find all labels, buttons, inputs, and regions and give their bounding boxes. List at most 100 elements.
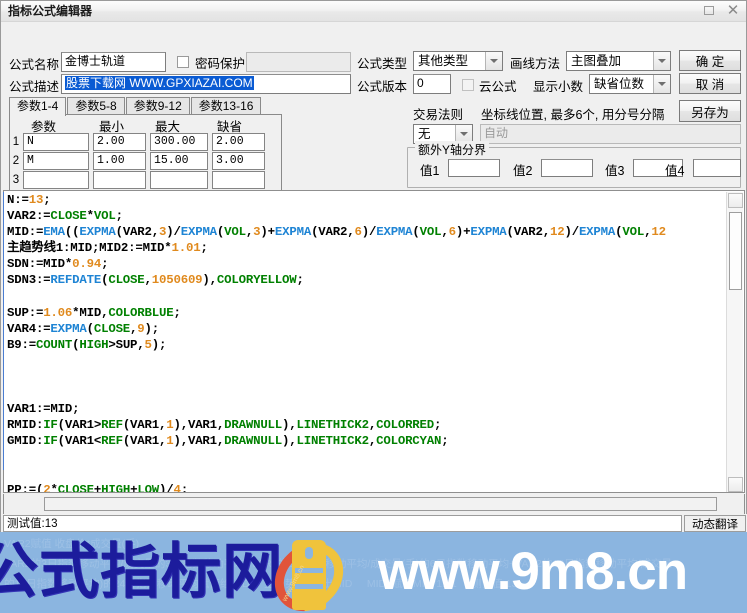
code-token: REFDATE [50, 273, 102, 288]
scroll-down-arrow[interactable] [728, 477, 743, 492]
param-default-input[interactable] [212, 171, 265, 189]
ok-button[interactable]: 确 定 [679, 50, 741, 71]
formula-version-input[interactable]: 0 [413, 74, 451, 94]
code-line: SDN:=MID*0.94; [7, 256, 723, 272]
code-line: N:=13; [7, 192, 723, 208]
code-token: ),VAR1, [173, 418, 225, 433]
param-max-input[interactable]: 300.00 [150, 133, 208, 151]
draw-method-value: 主图叠加 [571, 54, 622, 68]
scroll-thumb[interactable] [729, 212, 742, 290]
editor-hscroll-zone [3, 494, 745, 516]
code-token: ); [151, 337, 167, 352]
code-token: ); [144, 321, 160, 336]
code-token: COLORCYAN [376, 434, 442, 449]
code-token: )/ [166, 225, 181, 240]
maximize-icon [704, 6, 714, 15]
code-token: VAR1:=MID; [7, 402, 80, 417]
save-as-button[interactable]: 另存为 [679, 100, 741, 122]
code-token: SUP:= [7, 305, 44, 320]
code-token: ( [86, 321, 94, 336]
formula-code-editor[interactable]: N:=13; VAR2:=CLOSE*VOL; MID:=EMA((EXPMA(VA… [3, 190, 745, 493]
param-default-input[interactable]: 2.00 [212, 133, 265, 151]
param-default-input[interactable]: 3.00 [212, 152, 265, 170]
tab-params-9-12[interactable]: 参数9-12 [125, 97, 190, 115]
code-token: VOL [622, 225, 645, 240]
draw-method-select[interactable]: 主图叠加 [566, 51, 671, 71]
code-token: COUNT [35, 337, 73, 352]
code-token: MID:= [7, 225, 44, 240]
code-token: EXPMA [274, 225, 312, 240]
site-logo-icon: www.9m8.cn [260, 532, 358, 613]
password-input[interactable] [246, 52, 351, 72]
code-token: (VAR1, [122, 434, 167, 449]
axis-position-input[interactable]: 自动 [480, 124, 741, 144]
editor-vertical-scrollbar[interactable] [726, 192, 743, 492]
formula-desc-input[interactable]: 股票下载网 WWW.GPXIAZAI.COM [61, 74, 351, 94]
param-row-index: 3 [12, 174, 20, 186]
y-value-2-input[interactable] [541, 159, 593, 177]
code-token: ), [282, 434, 297, 449]
formula-name-input[interactable]: 金博士轨道 [61, 52, 166, 72]
param-min-input[interactable]: 2.00 [93, 133, 146, 151]
code-token: VAR2:= [7, 209, 51, 224]
editor-horizontal-scrollbar[interactable] [44, 497, 717, 511]
code-token: 5 [144, 337, 152, 352]
y-value-4-input[interactable] [693, 159, 741, 177]
code-token: 0.94 [72, 257, 102, 272]
param-max-input[interactable]: 15.00 [150, 152, 208, 170]
code-token: , [144, 273, 152, 288]
cloud-formula-checkbox[interactable] [462, 79, 474, 91]
code-token: ; [115, 209, 123, 224]
code-token: VOL [224, 225, 246, 240]
decimals-select[interactable]: 缺省位数 [589, 74, 671, 94]
password-protect-checkbox[interactable] [177, 56, 189, 68]
param-min-input[interactable] [93, 171, 146, 189]
cancel-button[interactable]: 取 消 [679, 73, 741, 94]
code-token: VAR4:= [7, 321, 51, 336]
code-token: ( [412, 225, 420, 240]
maximize-button[interactable] [700, 2, 718, 19]
code-token: )/ [564, 225, 579, 240]
formula-type-select[interactable]: 其他类型 [413, 51, 503, 71]
code-token: EXPMA [376, 225, 413, 240]
tab-params-5-8[interactable]: 参数5-8 [67, 97, 125, 115]
param-name-input[interactable]: N [23, 133, 89, 151]
code-line: B9:=COUNT(HIGH>SUP,5); [7, 337, 723, 353]
code-token: ; [101, 257, 109, 272]
tab-params-13-16[interactable]: 参数13-16 [190, 97, 262, 115]
code-token: (VAR1, [122, 418, 167, 433]
param-name-input[interactable] [23, 171, 89, 189]
code-token: * [50, 482, 58, 493]
code-token: (VAR1> [57, 418, 102, 433]
code-token: EXPMA [79, 225, 116, 240]
code-token: >SUP, [108, 337, 145, 352]
param-row-index: 2 [12, 155, 20, 167]
code-token: (VAR2, [506, 225, 551, 240]
chevron-down-icon [653, 75, 670, 93]
y-value-4-label: 值4 [665, 164, 685, 178]
y-value-3-label: 值3 [605, 164, 625, 178]
scroll-up-arrow[interactable] [728, 193, 743, 208]
code-line: 主趋势线1:MID;MID2:=MID*1.01; [7, 240, 723, 256]
chevron-down-icon [485, 52, 502, 70]
dynamic-translate-button[interactable]: 动态翻译 [684, 515, 746, 532]
tab-params-1-4[interactable]: 参数1-4 [9, 97, 67, 116]
param-name-input[interactable]: M [23, 152, 89, 170]
formula-code-text[interactable]: N:=13; VAR2:=CLOSE*VOL; MID:=EMA((EXPMA(VA… [7, 192, 723, 493]
window-controls: ✕ [700, 2, 742, 19]
param-max-input[interactable] [150, 171, 208, 189]
code-line: VAR4:=EXPMA(CLOSE,9); [7, 321, 723, 337]
close-button[interactable]: ✕ [724, 2, 742, 19]
param-min-input[interactable]: 1.00 [93, 152, 146, 170]
code-token: (VAR2, [311, 225, 355, 240]
code-token: (VAR1< [57, 434, 102, 449]
y-value-1-input[interactable] [448, 159, 500, 177]
code-token: SDN3:= [7, 273, 51, 288]
logo-slot [305, 547, 313, 559]
screen-root: 指标公式编辑器 ✕ 公式名称 金博士轨道 密码保护 公式类型 其他类型 画线方法… [0, 0, 747, 613]
code-token: VOL [419, 225, 442, 240]
y-value-2-label: 值2 [513, 164, 533, 178]
